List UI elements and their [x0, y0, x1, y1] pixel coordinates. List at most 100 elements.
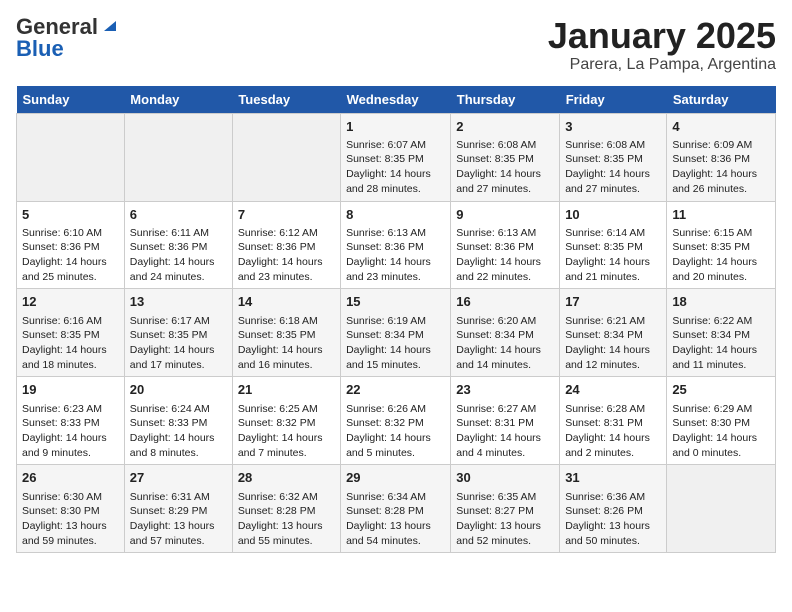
day-info: Sunrise: 6:12 AM Sunset: 8:36 PM Dayligh… — [238, 226, 335, 285]
day-info: Sunrise: 6:13 AM Sunset: 8:36 PM Dayligh… — [456, 226, 554, 285]
day-info: Sunrise: 6:14 AM Sunset: 8:35 PM Dayligh… — [565, 226, 661, 285]
day-info: Sunrise: 6:30 AM Sunset: 8:30 PM Dayligh… — [22, 490, 119, 549]
day-info: Sunrise: 6:11 AM Sunset: 8:36 PM Dayligh… — [130, 226, 227, 285]
calendar-cell: 26 Sunrise: 6:30 AM Sunset: 8:30 PM Dayli… — [17, 465, 125, 553]
day-info: Sunrise: 6:16 AM Sunset: 8:35 PM Dayligh… — [22, 314, 119, 373]
logo: General Blue — [16, 16, 116, 60]
day-number: 21 — [238, 381, 335, 399]
calendar-cell — [667, 465, 776, 553]
day-number: 15 — [346, 293, 445, 311]
day-info: Sunrise: 6:23 AM Sunset: 8:33 PM Dayligh… — [22, 402, 119, 461]
day-number: 29 — [346, 469, 445, 487]
title-block: January 2025 Parera, La Pampa, Argentina — [548, 16, 776, 74]
day-number: 13 — [130, 293, 227, 311]
day-number: 17 — [565, 293, 661, 311]
calendar-cell: 5 Sunrise: 6:10 AM Sunset: 8:36 PM Daylig… — [17, 201, 125, 289]
calendar-cell: 24 Sunrise: 6:28 AM Sunset: 8:31 PM Dayli… — [560, 377, 667, 465]
calendar-cell: 27 Sunrise: 6:31 AM Sunset: 8:29 PM Dayli… — [124, 465, 232, 553]
calendar-week-row: 26 Sunrise: 6:30 AM Sunset: 8:30 PM Dayli… — [17, 465, 776, 553]
day-info: Sunrise: 6:19 AM Sunset: 8:34 PM Dayligh… — [346, 314, 445, 373]
calendar-week-row: 19 Sunrise: 6:23 AM Sunset: 8:33 PM Dayli… — [17, 377, 776, 465]
page-header: General Blue January 2025 Parera, La Pam… — [16, 16, 776, 74]
day-number: 27 — [130, 469, 227, 487]
day-info: Sunrise: 6:13 AM Sunset: 8:36 PM Dayligh… — [346, 226, 445, 285]
day-number: 2 — [456, 118, 554, 136]
day-info: Sunrise: 6:24 AM Sunset: 8:33 PM Dayligh… — [130, 402, 227, 461]
day-number: 7 — [238, 206, 335, 224]
day-number: 24 — [565, 381, 661, 399]
calendar-cell: 31Sunrise: 6:36 AM Sunset: 8:26 PM Dayli… — [560, 465, 667, 553]
day-number: 16 — [456, 293, 554, 311]
calendar-cell: 10 Sunrise: 6:14 AM Sunset: 8:35 PM Dayli… — [560, 201, 667, 289]
day-number: 8 — [346, 206, 445, 224]
day-info: Sunrise: 6:25 AM Sunset: 8:32 PM Dayligh… — [238, 402, 335, 461]
column-header-monday: Monday — [124, 86, 232, 114]
logo-triangle-icon — [100, 17, 116, 33]
day-number: 4 — [672, 118, 770, 136]
calendar-cell: 2 Sunrise: 6:08 AM Sunset: 8:35 PM Daylig… — [451, 113, 560, 201]
calendar-week-row: 12Sunrise: 6:16 AM Sunset: 8:35 PM Dayli… — [17, 289, 776, 377]
day-info: Sunrise: 6:22 AM Sunset: 8:34 PM Dayligh… — [672, 314, 770, 373]
day-number: 20 — [130, 381, 227, 399]
calendar-cell: 12Sunrise: 6:16 AM Sunset: 8:35 PM Dayli… — [17, 289, 125, 377]
day-number: 19 — [22, 381, 119, 399]
day-info: Sunrise: 6:09 AM Sunset: 8:36 PM Dayligh… — [672, 138, 770, 197]
calendar-cell: 22 Sunrise: 6:26 AM Sunset: 8:32 PM Dayli… — [341, 377, 451, 465]
calendar-cell: 30 Sunrise: 6:35 AM Sunset: 8:27 PM Dayli… — [451, 465, 560, 553]
column-header-friday: Friday — [560, 86, 667, 114]
day-info: Sunrise: 6:27 AM Sunset: 8:31 PM Dayligh… — [456, 402, 554, 461]
day-info: Sunrise: 6:28 AM Sunset: 8:31 PM Dayligh… — [565, 402, 661, 461]
calendar-cell: 19 Sunrise: 6:23 AM Sunset: 8:33 PM Dayli… — [17, 377, 125, 465]
calendar-cell: 13Sunrise: 6:17 AM Sunset: 8:35 PM Dayli… — [124, 289, 232, 377]
day-number: 10 — [565, 206, 661, 224]
calendar-week-row: 1 Sunrise: 6:07 AM Sunset: 8:35 PM Daylig… — [17, 113, 776, 201]
day-info: Sunrise: 6:26 AM Sunset: 8:32 PM Dayligh… — [346, 402, 445, 461]
column-header-wednesday: Wednesday — [341, 86, 451, 114]
calendar-cell — [232, 113, 340, 201]
day-info: Sunrise: 6:31 AM Sunset: 8:29 PM Dayligh… — [130, 490, 227, 549]
column-header-tuesday: Tuesday — [232, 86, 340, 114]
column-header-thursday: Thursday — [451, 86, 560, 114]
day-number: 26 — [22, 469, 119, 487]
calendar-cell: 29 Sunrise: 6:34 AM Sunset: 8:28 PM Dayli… — [341, 465, 451, 553]
calendar-cell: 7 Sunrise: 6:12 AM Sunset: 8:36 PM Daylig… — [232, 201, 340, 289]
day-info: Sunrise: 6:35 AM Sunset: 8:27 PM Dayligh… — [456, 490, 554, 549]
calendar-cell — [17, 113, 125, 201]
calendar-cell: 3 Sunrise: 6:08 AM Sunset: 8:35 PM Daylig… — [560, 113, 667, 201]
logo-blue-text: Blue — [16, 38, 64, 60]
calendar-week-row: 5 Sunrise: 6:10 AM Sunset: 8:36 PM Daylig… — [17, 201, 776, 289]
calendar-cell: 25Sunrise: 6:29 AM Sunset: 8:30 PM Dayli… — [667, 377, 776, 465]
day-number: 30 — [456, 469, 554, 487]
calendar-cell: 4 Sunrise: 6:09 AM Sunset: 8:36 PM Daylig… — [667, 113, 776, 201]
calendar-cell — [124, 113, 232, 201]
calendar-cell: 23Sunrise: 6:27 AM Sunset: 8:31 PM Dayli… — [451, 377, 560, 465]
day-number: 5 — [22, 206, 119, 224]
day-number: 25 — [672, 381, 770, 399]
column-header-sunday: Sunday — [17, 86, 125, 114]
calendar-cell: 28Sunrise: 6:32 AM Sunset: 8:28 PM Dayli… — [232, 465, 340, 553]
calendar-header-row: SundayMondayTuesdayWednesdayThursdayFrid… — [17, 86, 776, 114]
calendar-cell: 21 Sunrise: 6:25 AM Sunset: 8:32 PM Dayli… — [232, 377, 340, 465]
day-number: 1 — [346, 118, 445, 136]
day-number: 22 — [346, 381, 445, 399]
calendar-cell: 8 Sunrise: 6:13 AM Sunset: 8:36 PM Daylig… — [341, 201, 451, 289]
calendar-cell: 15 Sunrise: 6:19 AM Sunset: 8:34 PM Dayli… — [341, 289, 451, 377]
day-info: Sunrise: 6:21 AM Sunset: 8:34 PM Dayligh… — [565, 314, 661, 373]
day-info: Sunrise: 6:18 AM Sunset: 8:35 PM Dayligh… — [238, 314, 335, 373]
day-info: Sunrise: 6:20 AM Sunset: 8:34 PM Dayligh… — [456, 314, 554, 373]
day-info: Sunrise: 6:07 AM Sunset: 8:35 PM Dayligh… — [346, 138, 445, 197]
day-info: Sunrise: 6:08 AM Sunset: 8:35 PM Dayligh… — [565, 138, 661, 197]
calendar-cell: 6Sunrise: 6:11 AM Sunset: 8:36 PM Daylig… — [124, 201, 232, 289]
location: Parera, La Pampa, Argentina — [548, 56, 776, 74]
calendar-cell: 18Sunrise: 6:22 AM Sunset: 8:34 PM Dayli… — [667, 289, 776, 377]
day-number: 31 — [565, 469, 661, 487]
day-number: 11 — [672, 206, 770, 224]
day-info: Sunrise: 6:10 AM Sunset: 8:36 PM Dayligh… — [22, 226, 119, 285]
day-info: Sunrise: 6:08 AM Sunset: 8:35 PM Dayligh… — [456, 138, 554, 197]
month-title: January 2025 — [548, 16, 776, 56]
calendar-cell: 1 Sunrise: 6:07 AM Sunset: 8:35 PM Daylig… — [341, 113, 451, 201]
day-info: Sunrise: 6:34 AM Sunset: 8:28 PM Dayligh… — [346, 490, 445, 549]
day-number: 3 — [565, 118, 661, 136]
calendar-table: SundayMondayTuesdayWednesdayThursdayFrid… — [16, 86, 776, 554]
day-info: Sunrise: 6:15 AM Sunset: 8:35 PM Dayligh… — [672, 226, 770, 285]
